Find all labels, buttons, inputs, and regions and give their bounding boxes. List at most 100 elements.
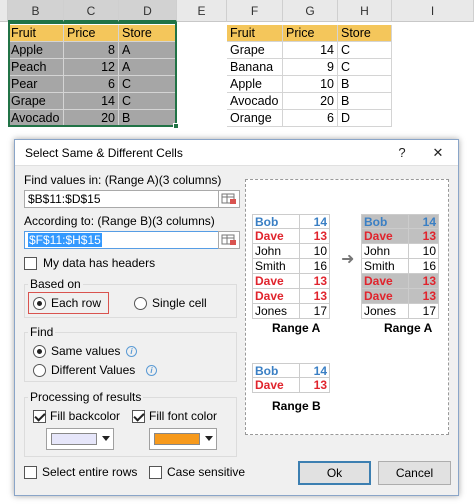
table-cell[interactable]: C bbox=[119, 93, 177, 110]
header-cell[interactable]: Price bbox=[64, 25, 119, 42]
fill-fontcolor-checkbox[interactable] bbox=[132, 410, 145, 423]
preview-name-cell: Smith bbox=[252, 259, 300, 274]
table-cell[interactable]: Grape bbox=[227, 42, 283, 59]
range-select-icon bbox=[221, 193, 236, 204]
fontcolor-swatch bbox=[154, 433, 200, 445]
column-header-e[interactable]: E bbox=[177, 0, 227, 22]
cancel-button[interactable]: Cancel bbox=[378, 461, 451, 485]
backcolor-swatch bbox=[51, 433, 97, 445]
backcolor-picker[interactable] bbox=[46, 428, 114, 450]
table-cell[interactable]: Banana bbox=[227, 59, 283, 76]
header-cell[interactable]: Fruit bbox=[227, 25, 283, 42]
range-b-input[interactable]: $F$11:$H$15 bbox=[24, 231, 221, 249]
info-icon[interactable]: i bbox=[126, 346, 137, 357]
row-header-corner bbox=[0, 0, 8, 22]
single-cell-radio[interactable] bbox=[134, 297, 147, 310]
preview-name-cell: Bob bbox=[361, 214, 409, 229]
preview-value-cell: 16 bbox=[409, 259, 439, 274]
table-cell[interactable]: Apple bbox=[227, 76, 283, 93]
same-values-radio[interactable] bbox=[33, 345, 46, 358]
table-cell[interactable]: 6 bbox=[64, 76, 119, 93]
preview-value-cell: 16 bbox=[300, 259, 330, 274]
range-b-input-value: $F$11:$H$15 bbox=[28, 233, 102, 247]
range-a-input[interactable]: $B$11:$D$15 bbox=[24, 190, 221, 208]
header-cell[interactable]: Store bbox=[338, 25, 392, 42]
table-cell[interactable]: B bbox=[338, 93, 392, 110]
dialog-titlebar: Select Same & Different Cells ? ✕ bbox=[15, 140, 458, 166]
table-cell[interactable]: Grape bbox=[8, 93, 64, 110]
info-icon[interactable]: i bbox=[146, 365, 157, 376]
headers-label: My data has headers bbox=[43, 256, 156, 270]
range-select-icon bbox=[221, 234, 236, 245]
header-cell[interactable]: Price bbox=[283, 25, 338, 42]
different-values-radio[interactable] bbox=[33, 364, 46, 377]
table-cell[interactable]: 20 bbox=[283, 93, 338, 110]
preview-name-cell: Bob bbox=[252, 214, 300, 229]
table-cell[interactable]: A bbox=[119, 59, 177, 76]
column-header-b[interactable]: B bbox=[8, 0, 64, 22]
each-row-radio[interactable] bbox=[33, 297, 46, 310]
table-cell[interactable]: C bbox=[338, 59, 392, 76]
case-sensitive-checkbox[interactable] bbox=[149, 466, 162, 479]
fill-handle[interactable] bbox=[173, 123, 179, 129]
column-header-i[interactable]: I bbox=[392, 0, 474, 22]
preview-name-cell: Smith bbox=[361, 259, 409, 274]
fontcolor-picker[interactable] bbox=[149, 428, 217, 450]
table-cell[interactable]: Avocado bbox=[227, 93, 283, 110]
same-values-label: Same values bbox=[51, 344, 121, 358]
preview-panel: Bob 14 Dave 13 John 10 Smith 16 Dave 13 Dave 13 Jone… bbox=[245, 179, 449, 435]
header-cell[interactable]: Fruit bbox=[8, 25, 64, 42]
range-a-select-button[interactable] bbox=[218, 190, 240, 208]
table-cell[interactable]: 14 bbox=[64, 93, 119, 110]
preview-name-cell: John bbox=[252, 244, 300, 259]
column-header-g[interactable]: G bbox=[283, 0, 338, 22]
preview-value-cell: 10 bbox=[409, 244, 439, 259]
table-cell[interactable]: 9 bbox=[283, 59, 338, 76]
preview-name-cell: Jones bbox=[361, 304, 409, 319]
header-cell[interactable]: Store bbox=[119, 25, 177, 42]
table-cell[interactable]: 20 bbox=[64, 110, 119, 127]
table-cell[interactable]: C bbox=[338, 42, 392, 59]
range-b-select-button[interactable] bbox=[218, 231, 240, 249]
select-entire-rows-checkbox[interactable] bbox=[24, 466, 37, 479]
preview-value-cell: 17 bbox=[409, 304, 439, 319]
table-cell[interactable]: 8 bbox=[64, 42, 119, 59]
close-button[interactable]: ✕ bbox=[427, 143, 449, 163]
select-entire-rows-label: Select entire rows bbox=[42, 465, 138, 479]
each-row-label: Each row bbox=[51, 296, 102, 310]
preview-value-cell: 10 bbox=[300, 244, 330, 259]
ok-button[interactable]: Ok bbox=[298, 461, 371, 485]
preview-name-cell: Dave bbox=[361, 274, 409, 289]
table-cell[interactable]: C bbox=[119, 76, 177, 93]
column-header-h[interactable]: H bbox=[338, 0, 392, 22]
preview-value-cell: 13 bbox=[300, 289, 330, 304]
headers-checkbox[interactable] bbox=[24, 257, 37, 270]
preview-range-a-caption: Range A bbox=[272, 321, 321, 335]
table-cell[interactable]: B bbox=[338, 76, 392, 93]
table-cell[interactable]: Pear bbox=[8, 76, 64, 93]
help-button[interactable]: ? bbox=[391, 143, 413, 163]
preview-name-cell: John bbox=[361, 244, 409, 259]
table-cell[interactable]: A bbox=[119, 42, 177, 59]
table-cell[interactable]: 14 bbox=[283, 42, 338, 59]
table-cell[interactable]: 6 bbox=[283, 110, 338, 127]
table-cell[interactable]: 10 bbox=[283, 76, 338, 93]
column-header-d[interactable]: D bbox=[119, 0, 177, 22]
table-cell[interactable]: Peach bbox=[8, 59, 64, 76]
preview-value-cell: 17 bbox=[300, 304, 330, 319]
table-cell[interactable]: 12 bbox=[64, 59, 119, 76]
select-same-different-dialog: Select Same & Different Cells ? ✕ Find v… bbox=[14, 139, 459, 496]
table-cell[interactable]: Avocado bbox=[8, 110, 64, 127]
dialog-title: Select Same & Different Cells bbox=[25, 146, 183, 160]
according-to-label: According to: (Range B)(3 columns) bbox=[24, 214, 215, 228]
chevron-down-icon bbox=[102, 436, 110, 441]
table-cell[interactable]: Apple bbox=[8, 42, 64, 59]
column-header-f[interactable]: F bbox=[227, 0, 283, 22]
column-header-c[interactable]: C bbox=[64, 0, 119, 22]
table-cell[interactable]: Orange bbox=[227, 110, 283, 127]
table-cell[interactable]: B bbox=[119, 110, 177, 127]
based-on-label: Based on bbox=[28, 277, 83, 291]
spreadsheet: B C D E F G H I Fruit Price Store Apple 8 A Pe… bbox=[0, 0, 474, 134]
table-cell[interactable]: D bbox=[338, 110, 392, 127]
fill-backcolor-checkbox[interactable] bbox=[33, 410, 46, 423]
